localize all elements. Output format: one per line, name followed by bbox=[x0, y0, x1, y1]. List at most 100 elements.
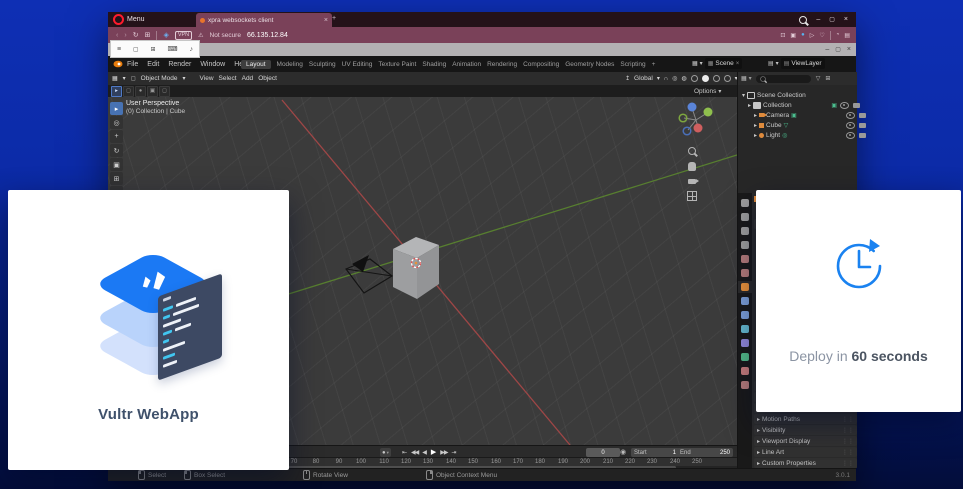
send-to-device-icon[interactable]: ▷ bbox=[810, 32, 815, 39]
xpra-minimize-icon[interactable]: – bbox=[825, 46, 829, 53]
outliner-row-light[interactable]: ▸ Light ◎ bbox=[754, 130, 869, 140]
workspace-tab-rendering[interactable]: Rendering bbox=[487, 61, 517, 68]
outliner-row-camera[interactable]: ▸ Camera ▣ bbox=[754, 110, 869, 120]
orientation-dropdown-icon[interactable]: ▾ bbox=[657, 75, 660, 82]
back-icon[interactable]: ‹ bbox=[116, 32, 118, 39]
tool-transform-button[interactable]: ⊞ bbox=[110, 172, 123, 185]
properties-tab-scene[interactable] bbox=[741, 255, 749, 263]
tool-option-icon[interactable]: ◻ bbox=[123, 86, 134, 97]
properties-tab-object[interactable] bbox=[741, 283, 749, 291]
outliner-editor-icon[interactable]: ▦ bbox=[741, 75, 747, 82]
jump-to-start-icon[interactable]: ⇤ bbox=[402, 449, 407, 456]
tool-rotate-button[interactable]: ↻ bbox=[110, 144, 123, 157]
options-dropdown-icon[interactable]: ▾ bbox=[718, 88, 721, 95]
active-tool-icon[interactable]: ▸ bbox=[111, 86, 122, 97]
render-visibility-icon[interactable] bbox=[859, 123, 866, 128]
tool-option-icon[interactable]: ◻ bbox=[159, 86, 170, 97]
workspace-tab-uv-editing[interactable]: UV Editing bbox=[342, 61, 373, 68]
mode-dropdown-icon[interactable]: ▾ bbox=[183, 75, 186, 82]
speed-dial-icon[interactable]: ⊞ bbox=[145, 31, 151, 39]
editor-type-dropdown-icon[interactable]: ▾ bbox=[123, 75, 126, 82]
menu-view[interactable]: View bbox=[200, 75, 214, 82]
url-field[interactable]: 66.135.12.84 bbox=[247, 32, 288, 39]
pan-hand-icon[interactable] bbox=[686, 160, 698, 172]
tool-option-icon[interactable]: ▣ bbox=[147, 86, 158, 97]
snapshot-icon[interactable]: ▣ bbox=[790, 32, 796, 39]
properties-tab-physics[interactable] bbox=[741, 325, 749, 333]
editor-type-icon[interactable]: ▦ bbox=[112, 75, 118, 82]
outliner-row-collection[interactable]: ▸ Collection ▣ bbox=[748, 100, 863, 110]
eye-icon[interactable] bbox=[846, 122, 855, 129]
tab-close-icon[interactable]: × bbox=[324, 17, 328, 24]
properties-tab-modifiers[interactable] bbox=[741, 297, 749, 305]
navigation-gizmo[interactable] bbox=[678, 101, 716, 139]
zoom-icon[interactable] bbox=[686, 145, 698, 157]
tool-move-button[interactable]: + bbox=[110, 130, 123, 143]
eye-icon[interactable] bbox=[840, 102, 849, 109]
next-keyframe-icon[interactable]: ▶▶ bbox=[440, 449, 447, 456]
auto-keying-button[interactable]: ● ▾ bbox=[380, 448, 391, 457]
properties-tab-constraints[interactable] bbox=[741, 339, 749, 347]
workspace-tab-texture-paint[interactable]: Texture Paint bbox=[378, 61, 416, 68]
shading-rendered-icon[interactable] bbox=[724, 75, 731, 82]
properties-tab-particles[interactable] bbox=[741, 311, 749, 319]
workspace-tab-modeling[interactable]: Modeling bbox=[277, 61, 303, 68]
reload-icon[interactable]: ↻ bbox=[133, 31, 139, 39]
frame-end-field[interactable]: End 250 bbox=[677, 448, 733, 457]
properties-tab-texture[interactable] bbox=[741, 381, 749, 389]
xpra-close-icon[interactable]: × bbox=[847, 46, 851, 53]
window-maximize-icon[interactable]: ▢ bbox=[829, 16, 835, 23]
xpra-maximize-icon[interactable]: ▢ bbox=[835, 46, 841, 53]
security-label[interactable]: Not secure bbox=[210, 32, 241, 39]
window-minimize-icon[interactable]: – bbox=[816, 16, 820, 23]
menu-object[interactable]: Object bbox=[258, 75, 277, 82]
shading-wireframe-icon[interactable] bbox=[691, 75, 698, 82]
workspace-tab-geometry-nodes[interactable]: Geometry Nodes bbox=[565, 61, 614, 68]
snap-icon[interactable]: ∩ bbox=[664, 76, 668, 82]
overlays-icon[interactable]: ◍ bbox=[681, 75, 686, 82]
outliner-editor-dropdown-icon[interactable]: ▾ bbox=[749, 75, 752, 82]
search-icon[interactable] bbox=[799, 16, 807, 24]
scene-browse-icon[interactable]: ▦ bbox=[692, 60, 698, 67]
jump-to-end-icon[interactable]: ⇥ bbox=[452, 449, 457, 456]
outliner-filter-icon[interactable]: ▽ bbox=[816, 75, 821, 82]
options-button[interactable]: Options bbox=[694, 88, 716, 95]
workspace-tab-animation[interactable]: Animation bbox=[452, 61, 481, 68]
panel-custom-properties[interactable]: ▸Custom Properties⋮⋮ bbox=[754, 458, 857, 468]
workspace-tab-layout[interactable]: Layout bbox=[241, 60, 271, 69]
viewlayer-browse-icon[interactable]: ▤ bbox=[768, 60, 774, 67]
window-close-icon[interactable]: × bbox=[844, 16, 848, 23]
workspace-tab-scripting[interactable]: Scripting bbox=[620, 61, 645, 68]
menu-file[interactable]: File bbox=[127, 61, 138, 68]
browser-tab[interactable]: xpra websockets client × bbox=[196, 13, 332, 27]
menu-select[interactable]: Select bbox=[219, 75, 237, 82]
menu-render[interactable]: Render bbox=[168, 61, 191, 68]
eye-icon[interactable] bbox=[846, 132, 855, 139]
mode-selector[interactable]: Object Mode bbox=[141, 75, 178, 82]
menu-edit[interactable]: Edit bbox=[147, 61, 159, 68]
viewlayer-dropdown-icon[interactable]: ▾ bbox=[776, 60, 779, 67]
new-collection-icon[interactable]: ⊞ bbox=[825, 75, 830, 82]
keying-set-icon[interactable]: ◉ bbox=[620, 448, 626, 456]
outliner-search-input[interactable] bbox=[756, 75, 811, 83]
ortho-grid-icon[interactable] bbox=[686, 190, 698, 202]
workspace-tab-compositing[interactable]: Compositing bbox=[523, 61, 559, 68]
panel-visibility[interactable]: ▸Visibility⋮⋮ bbox=[754, 425, 857, 435]
xpra-fullscreen-icon[interactable]: ⊞ bbox=[151, 46, 156, 53]
scene-unlink-icon[interactable]: × bbox=[736, 61, 740, 67]
panel-viewport-display[interactable]: ▸Viewport Display⋮⋮ bbox=[754, 436, 857, 446]
xpra-audio-icon[interactable]: ♪ bbox=[189, 46, 193, 53]
render-visibility-icon[interactable] bbox=[853, 103, 860, 108]
orientation-selector[interactable]: Global bbox=[634, 75, 653, 82]
frame-start-field[interactable]: Start 1 bbox=[631, 448, 679, 457]
menu-add[interactable]: Add bbox=[242, 75, 254, 82]
eye-icon[interactable] bbox=[846, 112, 855, 119]
properties-tab-material[interactable] bbox=[741, 367, 749, 375]
camera-view-icon[interactable] bbox=[686, 175, 698, 187]
vpn-badge[interactable]: VPN bbox=[175, 31, 192, 40]
play-icon[interactable]: ▶ bbox=[431, 448, 436, 456]
viewlayer-selector[interactable]: ▤ ViewLayer bbox=[781, 58, 825, 69]
workspace-tab-shading[interactable]: Shading bbox=[422, 61, 446, 68]
panel-motion-paths[interactable]: ▸Motion Paths⋮⋮ bbox=[754, 414, 857, 424]
scene-selector[interactable]: ▦ Scene × bbox=[705, 58, 743, 69]
